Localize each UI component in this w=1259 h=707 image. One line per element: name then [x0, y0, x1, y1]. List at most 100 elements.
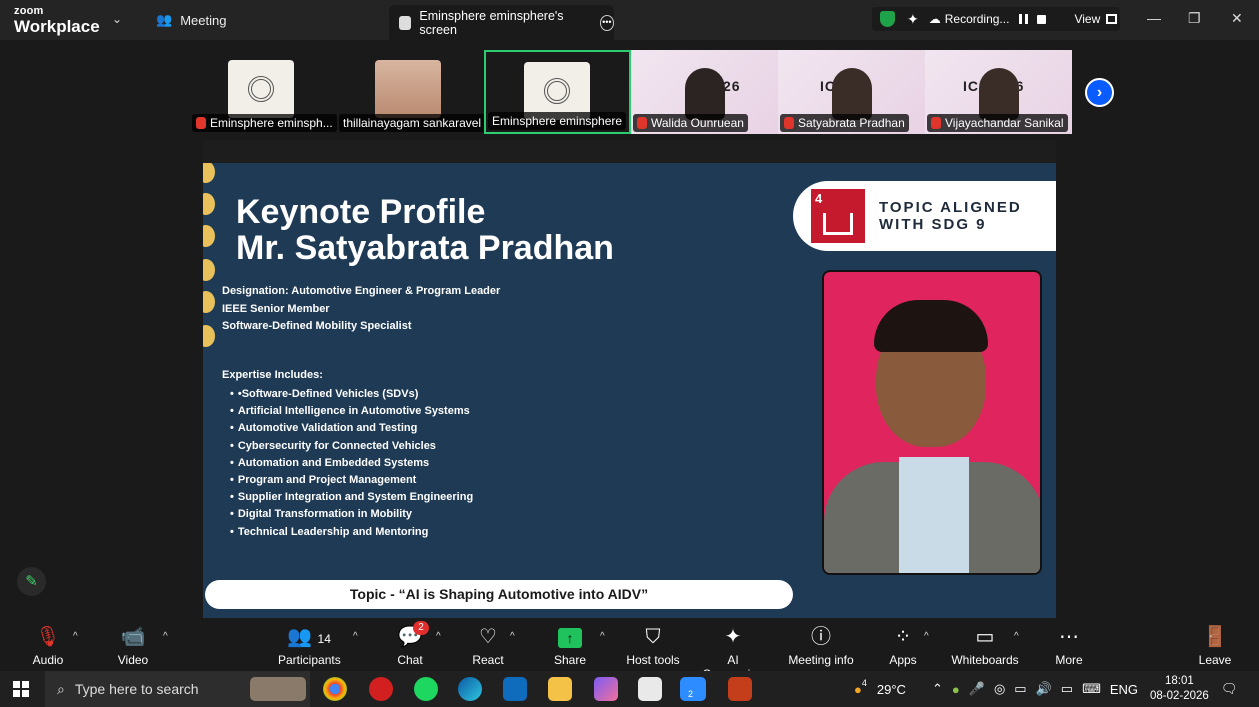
display-icon[interactable]: ▭	[1014, 681, 1026, 697]
app-tray-icon[interactable]: ●	[952, 682, 960, 697]
list-item: Supplier Integration and System Engineer…	[230, 489, 473, 506]
decorative-dot	[203, 163, 215, 183]
powerpoint-icon[interactable]	[728, 677, 752, 701]
notifications-icon[interactable]: 🗨	[1221, 671, 1238, 707]
list-item: Program and Project Management	[230, 472, 473, 489]
volume-icon[interactable]: 🔊	[1036, 681, 1052, 697]
list-item: •Software-Defined Vehicles (SDVs)	[230, 386, 473, 403]
muted-mic-icon	[637, 117, 647, 129]
audio-options-caret[interactable]: ^	[73, 631, 78, 642]
more-button[interactable]: ⋯ More	[1053, 624, 1085, 667]
video-button[interactable]: 📹 Video	[116, 624, 150, 667]
chat-options-caret[interactable]: ^	[436, 631, 441, 642]
muted-mic-icon	[784, 117, 794, 129]
ai-sparkle-icon: ✦	[724, 626, 742, 648]
leave-door-icon: 🚪	[1202, 626, 1228, 648]
microphone-icon[interactable]: 🎤	[969, 681, 985, 697]
audio-button[interactable]: 🎙 Audio	[31, 624, 65, 667]
expertise-list: •Software-Defined Vehicles (SDVs) Artifi…	[230, 386, 473, 541]
grid-view-icon[interactable]	[1106, 14, 1118, 24]
opera-icon[interactable]	[369, 677, 393, 701]
participant-tile[interactable]: thillainayagam sankaravel	[337, 50, 484, 134]
participants-options-caret[interactable]: ^	[353, 631, 358, 642]
participant-tile[interactable]: ICME 26 Vijayachandar Sanikal	[925, 50, 1072, 134]
list-item: Automation and Embedded Systems	[230, 455, 473, 472]
participants-button[interactable]: 👥 14 Participants	[278, 624, 341, 667]
list-item: Cybersecurity for Connected Vehicles	[230, 438, 473, 455]
next-page-chevron-icon[interactable]: ›	[1085, 78, 1114, 107]
file-explorer-icon[interactable]	[548, 677, 572, 701]
participant-tile[interactable]: IC 26 Satyabrata Pradhan	[778, 50, 925, 134]
close-icon[interactable]: ✕	[1231, 10, 1243, 27]
participant-tile[interactable]: Eminsphere eminsph...	[190, 50, 337, 134]
meeting-info-button[interactable]: ⓘ Meeting info	[788, 624, 854, 667]
edge-icon[interactable]	[458, 677, 482, 701]
ai-sparkle-icon[interactable]: ✦	[907, 11, 919, 28]
react-button[interactable]: ♡ React	[472, 624, 504, 667]
decorative-dot	[203, 259, 215, 281]
keyboard-icon[interactable]: ⌨	[1082, 681, 1101, 697]
eminsphere-logo	[228, 60, 294, 118]
minimize-icon[interactable]: —	[1147, 10, 1161, 26]
info-icon: ⓘ	[811, 626, 831, 648]
share-screen-icon: ↑	[558, 628, 582, 648]
battery-icon[interactable]: ▭	[1061, 681, 1073, 697]
store-icon[interactable]	[638, 677, 662, 701]
tab-shared-screen[interactable]: Eminsphere eminsphere's screen •••	[389, 5, 615, 40]
participant-video	[831, 68, 872, 120]
taskbar-clock[interactable]: 18:01 08-02-2026	[1150, 674, 1209, 704]
shared-slide: Keynote Profile Mr. Satyabrata Pradhan D…	[203, 163, 1056, 618]
participant-video	[375, 60, 441, 118]
recording-label: Recording...	[944, 12, 1010, 26]
search-highlight-image	[250, 677, 306, 701]
chevron-down-icon[interactable]: ⌄	[112, 12, 122, 26]
annotate-pencil-icon[interactable]: ✎	[17, 567, 46, 596]
spotify-icon[interactable]	[414, 677, 438, 701]
participants-icon: 👥	[287, 626, 312, 648]
host-tools-button[interactable]: ⛉ Host tools	[626, 624, 680, 667]
pause-icon[interactable]	[1019, 14, 1029, 24]
title-bar: zoom Workplace ⌄ 👥 Meeting Eminsphere em…	[0, 0, 1259, 40]
slide-subtitle: Mr. Satyabrata Pradhan	[236, 229, 614, 267]
chat-unread-badge: 2	[413, 621, 429, 635]
list-item: Automotive Validation and Testing	[230, 420, 473, 437]
camera-icon[interactable]: ◎	[994, 681, 1005, 697]
weather-widget[interactable]: ● 4 29°C	[854, 671, 906, 707]
restore-icon[interactable]: ❐	[1188, 10, 1201, 27]
list-item: Digital Transformation in Mobility	[230, 506, 473, 523]
weather-sun-icon: ●	[854, 681, 862, 697]
windows-start-icon[interactable]	[13, 681, 29, 697]
designation-block: Designation: Automotive Engineer & Progr…	[222, 285, 501, 332]
language-indicator[interactable]: ENG	[1110, 682, 1138, 697]
share-options-caret[interactable]: ^	[600, 631, 605, 642]
whiteboards-options-caret[interactable]: ^	[1014, 631, 1019, 642]
chrome-icon[interactable]	[323, 677, 347, 701]
react-options-caret[interactable]: ^	[510, 631, 515, 642]
list-item: Technical Leadership and Mentoring	[230, 524, 473, 541]
whiteboard-icon: ▭	[975, 626, 995, 648]
participant-tile[interactable]: S-26 Walida Ounruean	[631, 50, 778, 134]
video-off-icon: 📹	[120, 626, 146, 648]
decorative-dot	[203, 193, 215, 215]
leave-button[interactable]: 🚪 Leave	[1198, 624, 1232, 667]
slide-title: Keynote Profile	[236, 193, 486, 231]
copilot-icon[interactable]	[594, 677, 618, 701]
zoom-taskbar-icon[interactable]: 2	[680, 677, 706, 701]
react-heart-icon: ♡	[479, 626, 497, 648]
view-button[interactable]: View	[1074, 12, 1100, 26]
video-options-caret[interactable]: ^	[163, 631, 168, 642]
share-button[interactable]: ↑ Share	[554, 624, 586, 667]
outlook-icon[interactable]	[503, 677, 527, 701]
apps-options-caret[interactable]: ^	[924, 631, 929, 642]
tab-meeting[interactable]: 👥 Meeting	[156, 12, 226, 28]
more-options-icon[interactable]: •••	[599, 14, 615, 31]
muted-mic-icon: 🎙	[35, 626, 61, 648]
participant-tile-active-speaker[interactable]: Eminsphere eminsphere	[484, 50, 631, 134]
whiteboards-button[interactable]: ▭ Whiteboards	[951, 624, 1019, 667]
cloud-icon: ☁	[928, 12, 941, 26]
stop-icon[interactable]	[1037, 14, 1047, 24]
security-shield-icon[interactable]	[880, 11, 895, 27]
apps-button[interactable]: ⁘ Apps	[888, 624, 918, 667]
chevron-up-icon[interactable]: ⌃	[932, 681, 943, 697]
list-item: Artificial Intelligence in Automotive Sy…	[230, 403, 473, 420]
